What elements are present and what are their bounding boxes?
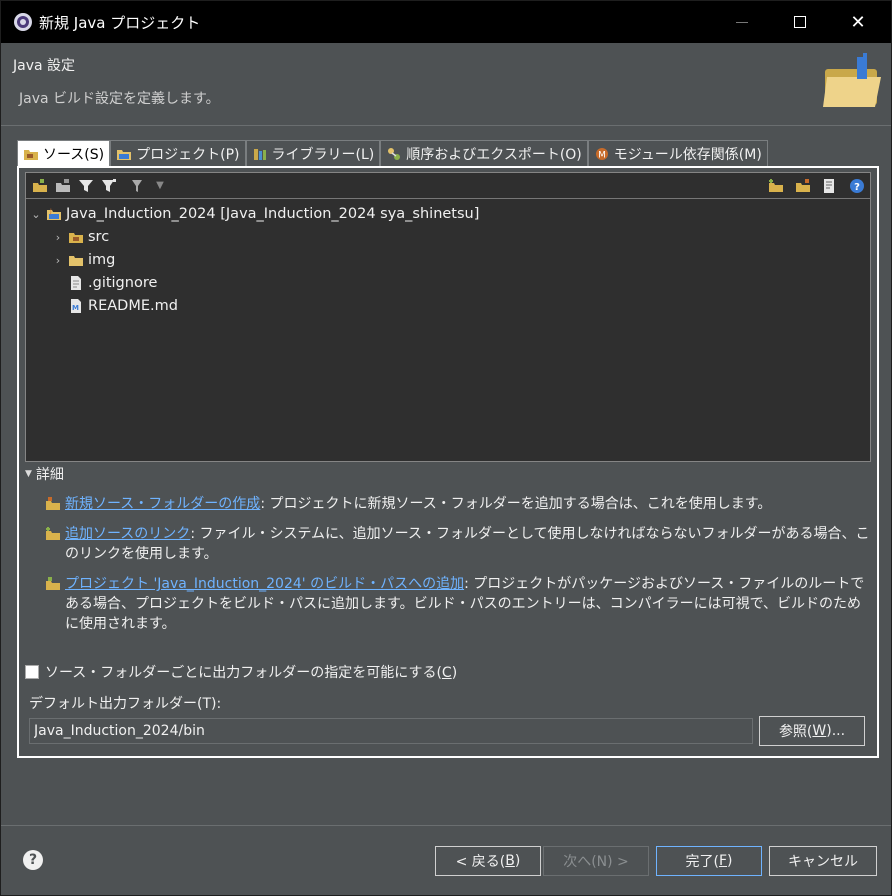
source-tree[interactable]: ▼ ? ⌄ J Java_Induction_2024 [Java_Induct… [25, 172, 871, 462]
tab-order-export-label: 順序およびエクスポート(O) [406, 146, 582, 163]
tree-item-img[interactable]: › img [52, 249, 116, 271]
output-folder-icon[interactable] [128, 177, 146, 195]
minimize-icon[interactable] [713, 1, 771, 43]
new-java-project-dialog: 新規 Java プロジェクト ✕ Java 設定 Java ビルド設定を定義しま… [0, 0, 892, 896]
tree-item-src[interactable]: › src [52, 226, 109, 248]
svg-text:?: ? [854, 182, 860, 193]
link-source-icon [46, 527, 60, 540]
tree-item-label: img [88, 252, 116, 268]
order-export-icon [388, 147, 401, 160]
add-to-build-path-icon [46, 577, 60, 590]
folder-icon [69, 256, 83, 266]
output-folder-per-source-checkbox[interactable] [25, 665, 39, 679]
close-icon[interactable]: ✕ [829, 1, 887, 43]
eclipse-app-icon [14, 13, 32, 31]
new-project-wizard-icon [823, 53, 881, 107]
window-title: 新規 Java プロジェクト [39, 13, 201, 32]
source-tab-panel: ▼ ? ⌄ J Java_Induction_2024 [Java_Induct… [17, 166, 879, 758]
tab-libraries-label: ライブラリー(L) [271, 146, 375, 163]
filter-edit-icon[interactable] [100, 177, 118, 195]
back-button[interactable]: < 戻る(B) [435, 846, 541, 876]
library-icon [253, 148, 266, 160]
properties-icon[interactable] [821, 177, 839, 195]
project-folder-icon [117, 149, 132, 160]
detail-new-source-folder: 新規ソース・フォルダーの作成: プロジェクトに新規ソース・フォルダーを追加する場… [45, 494, 875, 514]
tree-root-project[interactable]: ⌄ J Java_Induction_2024 [Java_Induction_… [30, 203, 479, 225]
help-icon[interactable]: ? [848, 177, 866, 195]
svg-text:M: M [598, 150, 606, 160]
browse-button[interactable]: 参照(W)... [759, 716, 865, 746]
help-icon[interactable]: ? [23, 850, 43, 870]
maximize-icon[interactable] [771, 1, 829, 43]
tree-item-gitignore[interactable]: .gitignore [68, 272, 157, 294]
tree-root-label: Java_Induction_2024 [Java_Induction_2024… [66, 206, 480, 222]
add-project-to-build-path-link[interactable]: プロジェクト 'Java_Induction_2024' のビルド・パスへの追加 [65, 576, 464, 592]
tab-source-label: ソース(S) [43, 147, 105, 163]
add-folder-icon[interactable] [767, 177, 785, 195]
package-folder-icon [69, 233, 83, 243]
tab-libraries[interactable]: ライブラリー(L) [245, 140, 381, 166]
svg-text:J: J [49, 208, 52, 215]
detail-text: : プロジェクトに新規ソース・フォルダーを追加する場合は、これを使用します。 [260, 496, 772, 512]
tab-source[interactable]: ソース(S) [17, 140, 111, 167]
tab-projects[interactable]: プロジェクト(P) [110, 140, 246, 166]
banner-separator [1, 125, 891, 126]
tree-item-label: src [88, 229, 110, 245]
detail-add-project-build-path: プロジェクト 'Java_Induction_2024' のビルド・パスへの追加… [45, 574, 875, 634]
next-button[interactable]: 次へ(N) > [543, 846, 649, 876]
chevron-right-icon[interactable]: › [52, 231, 64, 244]
chevron-right-icon[interactable]: › [52, 254, 64, 267]
detail-link-source: 追加ソースのリンク: ファイル・システムに、追加ソース・フォルダーとして使用しな… [45, 524, 875, 564]
page-title: Java 設定 [13, 58, 76, 74]
tree-toolbar: ▼ ? [26, 173, 870, 199]
default-output-folder-input[interactable] [29, 718, 753, 744]
finish-button[interactable]: 完了(F) [656, 846, 762, 876]
file-icon [71, 276, 81, 290]
tree-item-readme[interactable]: M README.md [68, 295, 178, 317]
details-section-header[interactable]: ▼ 詳細 [25, 464, 64, 484]
chevron-down-icon[interactable]: ▼ [151, 177, 169, 195]
chevron-down-icon[interactable]: ▼ [25, 469, 32, 479]
title-bar: 新規 Java プロジェクト ✕ [1, 1, 891, 43]
cancel-button[interactable]: キャンセル [769, 846, 877, 876]
link-additional-source-link[interactable]: 追加ソースのリンク [65, 526, 190, 542]
module-icon: M [595, 147, 608, 160]
footer-separator [1, 825, 891, 826]
svg-text:M: M [72, 304, 79, 312]
output-folder-per-source-option[interactable]: ソース・フォルダーごとに出力フォルダーの指定を可能にする(C) [25, 662, 457, 682]
details-label: 詳細 [35, 467, 64, 483]
tab-module-dependencies-label: モジュール依存関係(M) [613, 146, 762, 163]
tab-projects-label: プロジェクト(P) [136, 146, 240, 163]
tree-item-label: README.md [88, 298, 178, 314]
tree-toolbar-right: ? [762, 177, 866, 195]
link-source-icon[interactable] [31, 177, 49, 195]
tab-bar: ソース(S) プロジェクト(P) ライブラリー(L) 順序およびエクスポート(O… [17, 140, 768, 167]
create-source-folder-link[interactable]: 新規ソース・フォルダーの作成 [65, 496, 260, 512]
source-folder-icon [24, 150, 38, 160]
page-description: Java ビルド設定を定義します。 [19, 91, 220, 107]
filter-icon[interactable] [77, 177, 95, 195]
tree-item-label: .gitignore [88, 275, 158, 291]
wizard-banner: Java 設定 Java ビルド設定を定義します。 [1, 43, 891, 125]
java-project-icon: J [47, 208, 61, 220]
new-source-folder-icon [46, 497, 60, 510]
markdown-file-icon: M [71, 299, 81, 313]
checkbox-label: ソース・フォルダーごとに出力フォルダーの指定を可能にする(C) [45, 665, 458, 681]
new-source-folder-icon[interactable] [794, 177, 812, 195]
default-output-folder-label: デフォルト出力フォルダー(T): [29, 696, 222, 712]
tab-order-export[interactable]: 順序およびエクスポート(O) [380, 140, 588, 166]
tab-module-dependencies[interactable]: M モジュール依存関係(M) [587, 140, 768, 166]
chevron-down-icon[interactable]: ⌄ [30, 208, 42, 221]
edit-source-icon[interactable] [54, 177, 72, 195]
